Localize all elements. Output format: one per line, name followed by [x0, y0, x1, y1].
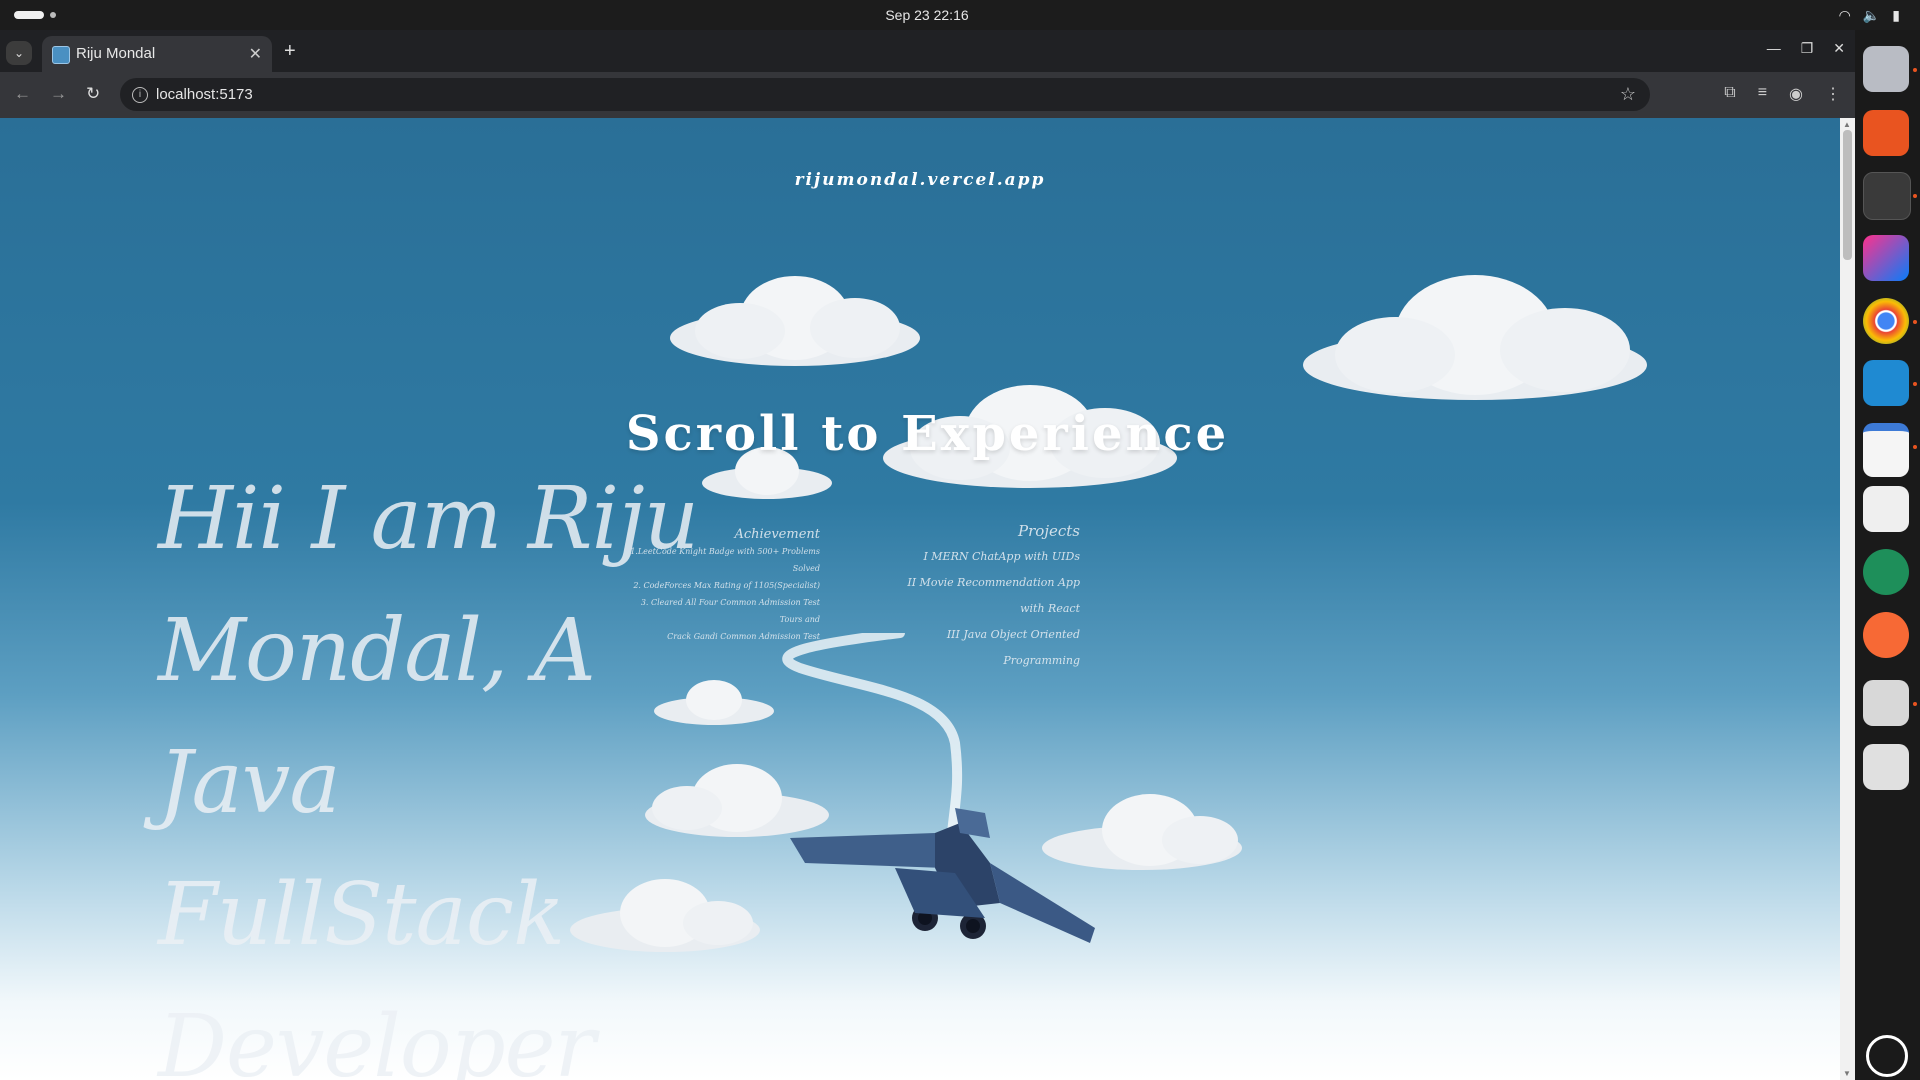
media-controls-icon[interactable]: ≡ — [1758, 84, 1767, 104]
intellij-icon[interactable] — [1863, 235, 1909, 281]
achievements-block: Achievement 1.LeetCode Knight Badge with… — [620, 526, 820, 645]
wifi-icon: ◠ — [1838, 7, 1851, 23]
active-tab[interactable]: Riju Mondal ✕ — [42, 36, 272, 72]
text-editor-icon[interactable] — [1863, 423, 1909, 477]
minimize-icon[interactable]: — — [1767, 40, 1781, 57]
battery-icon: ▮ — [1892, 7, 1900, 23]
running-indicator — [1913, 194, 1917, 198]
toolbar-actions: ⧉ ≡ ◉ ⋮ — [1724, 84, 1841, 104]
new-tab-button[interactable]: + — [284, 40, 296, 63]
cloud-image — [670, 276, 920, 366]
achievement-item: 1.LeetCode Knight Badge with 500+ Proble… — [630, 547, 820, 573]
site-info-icon[interactable]: i — [132, 87, 148, 103]
app-center-icon[interactable] — [1863, 110, 1909, 156]
url-text[interactable]: localhost:5173 — [156, 86, 253, 103]
page-viewport[interactable]: rijumondal.vercel.app Scroll to Experien… — [0, 118, 1840, 1080]
site-name-heading: rijumondal.vercel.app — [794, 170, 1046, 190]
bookmark-star-icon[interactable]: ☆ — [1620, 84, 1636, 105]
tab-search-button[interactable]: ⌄ — [6, 41, 32, 65]
chrome-window: ⌄ Riju Mondal ✕ + — ❐ ✕ ← → ↻ i localhos… — [0, 30, 1855, 1080]
profile-avatar-icon[interactable]: ◉ — [1789, 84, 1803, 104]
menu-kebab-icon[interactable]: ⋮ — [1825, 84, 1841, 104]
chrome-icon[interactable] — [1863, 298, 1909, 344]
achievement-item: 3. Cleared All Four Common Admission Tes… — [640, 598, 820, 624]
reload-icon[interactable]: ↻ — [86, 84, 100, 104]
vscode-icon[interactable] — [1863, 360, 1909, 406]
ubuntu-menu-icon[interactable] — [1866, 1035, 1908, 1077]
address-bar[interactable]: i localhost:5173 ☆ — [120, 78, 1650, 111]
restore-icon[interactable]: ❐ — [1801, 40, 1814, 57]
files-icon[interactable] — [1863, 46, 1909, 92]
cloud-image — [1303, 275, 1647, 400]
window-controls: — ❐ ✕ — [1767, 40, 1845, 57]
gimp-icon[interactable] — [1863, 486, 1909, 532]
image-viewer-icon[interactable] — [1863, 680, 1909, 726]
running-indicator — [1913, 320, 1917, 324]
system-clock[interactable]: Sep 23 22:16 — [0, 7, 1854, 23]
ubuntu-dock — [1855, 30, 1920, 1080]
projects-heading: Projects — [1018, 522, 1080, 540]
project-item: I MERN ChatApp with UIDs — [923, 550, 1080, 563]
running-indicator — [1913, 382, 1917, 386]
system-top-bar: Sep 23 22:16 ◠ 🔈 ▮ — [0, 0, 1920, 30]
scroll-down-icon[interactable]: ▼ — [1843, 1069, 1851, 1078]
achievements-heading: Achievement — [734, 527, 820, 542]
page-scrollbar[interactable]: ▲ ▼ — [1840, 118, 1855, 1080]
extensions-icon[interactable]: ⧉ — [1724, 84, 1735, 104]
remote-desktop-icon[interactable] — [1863, 549, 1909, 595]
forward-icon[interactable]: → — [50, 84, 67, 104]
fighter-jet-model — [790, 808, 1095, 943]
trash-icon[interactable] — [1863, 744, 1909, 790]
postman-icon[interactable] — [1863, 612, 1909, 658]
hero-line: FullStack Developer — [158, 865, 596, 1080]
tab-strip: ⌄ Riju Mondal ✕ + — ❐ ✕ — [0, 30, 1855, 72]
scroll-up-icon[interactable]: ▲ — [1843, 120, 1851, 129]
running-indicator — [1913, 702, 1917, 706]
project-item: II Movie Recommendation App with React — [907, 576, 1080, 615]
terminal-icon[interactable] — [1863, 172, 1911, 220]
running-indicator — [1913, 68, 1917, 72]
tab-close-icon[interactable]: ✕ — [249, 44, 262, 64]
volume-icon: 🔈 — [1862, 7, 1881, 23]
scroll-thumb[interactable] — [1843, 130, 1852, 260]
close-window-icon[interactable]: ✕ — [1833, 40, 1845, 57]
achievement-item: 2. CodeForces Max Rating of 1105(Special… — [633, 581, 820, 590]
tab-title: Riju Mondal — [76, 45, 156, 62]
back-icon[interactable]: ← — [14, 84, 31, 104]
running-indicator — [1913, 445, 1917, 449]
browser-toolbar: ← → ↻ i localhost:5173 ☆ ⧉ ≡ ◉ ⋮ — [0, 72, 1855, 118]
site-favicon-icon — [52, 46, 70, 64]
system-tray[interactable]: ◠ 🔈 ▮ — [1839, 7, 1900, 24]
